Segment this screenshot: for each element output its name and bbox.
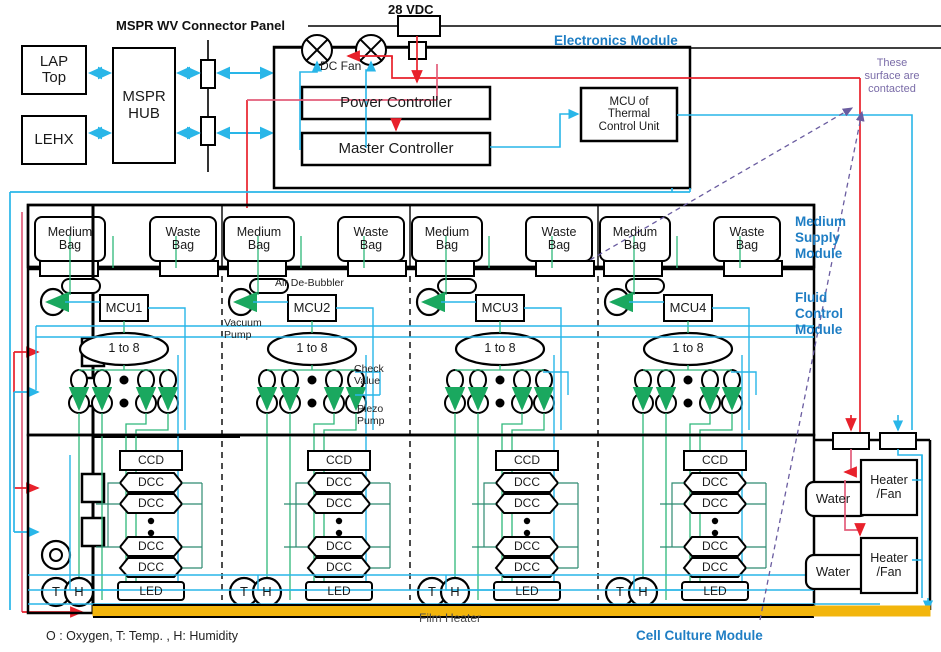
film-heater-bar — [92, 604, 931, 618]
piezo-pump-line1: Piezo — [357, 403, 384, 415]
fluid-manifold — [28, 260, 814, 277]
vacuum-pump-line2: Pump — [224, 328, 252, 341]
connector-panel — [200, 40, 216, 172]
fluid-control-module-label: Fluid Control Module — [795, 290, 843, 338]
sensor-legend: O : Oxygen, T: Temp. , H: Humidity — [46, 629, 238, 643]
contact-note-line1: These — [876, 57, 908, 69]
culture-chamber-stacks — [40, 450, 767, 608]
top-left-blocks — [21, 45, 176, 165]
fcm-line3: Module — [795, 321, 843, 337]
fcm-line2: Control — [795, 305, 843, 321]
diagram-canvas: MSPR WV Connector Panel 28 VDC Electroni… — [0, 0, 941, 652]
piezo-pump-line2: Pump — [357, 414, 385, 427]
thermal-control-section — [804, 432, 932, 612]
piezo-pump-label: Piezo Pump — [357, 403, 385, 427]
contact-note-line2: surface are — [864, 70, 920, 83]
film-heater-label: Film Heater — [419, 611, 482, 625]
contact-surface-note: These surface are contacted — [845, 57, 939, 97]
electronics-module-label: Electronics Module — [554, 33, 678, 48]
bag-outlines — [34, 216, 781, 262]
msm-line3: Module — [795, 245, 843, 261]
thermal-signal-lines — [490, 108, 934, 612]
power-lines-electronics — [13, 36, 861, 618]
contact-note-line3: contacted — [868, 83, 916, 96]
msm-line2: Supply — [795, 229, 841, 245]
vacuum-pump-label: Vacuum Pump — [224, 317, 262, 341]
air-debubbler-label: Air De-Bubbler — [275, 277, 344, 289]
medium-supply-module-label: Medium Supply Module — [795, 214, 846, 262]
fcm-line1: Fluid — [795, 290, 828, 305]
connector-panel-title: MSPR WV Connector Panel — [116, 18, 286, 33]
cell-culture-module-label: Cell Culture Module — [636, 628, 763, 643]
check-valve-label: Check Value — [354, 363, 384, 387]
check-valve-line2: Value — [354, 374, 381, 387]
check-valve-line1: Check — [354, 363, 384, 375]
dc-fan-label: DC Fan — [320, 59, 362, 73]
data-bus-arrows — [88, 66, 274, 140]
vdc-label: 28 VDC — [388, 2, 434, 17]
vacuum-pump-line1: Vacuum — [224, 317, 262, 329]
msm-line1: Medium — [795, 214, 847, 229]
